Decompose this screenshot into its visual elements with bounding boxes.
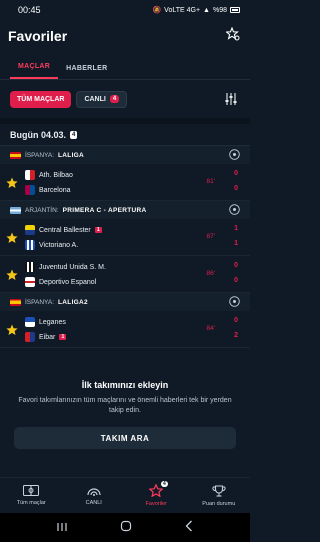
league-header[interactable]: İSPANYA: LALIGA [0,146,250,164]
signal-icon: ▲ [203,6,210,14]
tab-news[interactable]: HABERLER [58,65,115,79]
ball-icon[interactable] [229,204,240,217]
live-chip[interactable]: CANLI 4 [76,90,128,108]
favorite-star-icon[interactable] [6,268,18,286]
team-crest-icon [25,170,35,180]
league-country: ARJANTİN: [25,206,59,214]
bottom-nav: Tüm maçlar CANLI 4 Favoriler Puan durumu [0,477,250,513]
team-crest-icon [25,240,35,250]
status-bar: 00:45 🔕 VoLTE 4G+ ▲ %98 [0,0,250,20]
filter-sliders-icon[interactable] [224,92,238,110]
league-name: LALIGA [58,151,85,159]
nav-standings[interactable]: Puan durumu [188,478,251,513]
star-settings-icon[interactable] [225,26,240,46]
team-crest-icon [25,332,35,342]
team-crest-icon [25,262,35,272]
match-row[interactable]: Central Ballester 1 Victoriano A. 87' 1 1 [0,219,250,256]
spain-flag-icon [10,151,21,159]
match-minute: 87' [206,233,215,240]
away-score: 1 [234,240,238,247]
away-team: Victoriano A. [39,241,79,249]
tab-bar: MAÇLAR HABERLER [0,52,250,80]
live-broadcast-icon [86,485,102,498]
red-card-badge: 1 [94,227,102,233]
ball-icon[interactable] [229,149,240,162]
team-crest-icon [25,185,35,195]
status-time: 00:45 [18,5,41,15]
date-header: Bugün 04.03. 4 [0,124,250,146]
system-nav-bar [0,513,250,542]
favorites-count-badge: 4 [161,481,168,487]
match-minute: 86' [206,270,215,277]
away-score: 0 [234,277,238,284]
match-row[interactable]: Leganes Eibar 1 84' 0 2 [0,311,250,348]
team-crest-icon [25,225,35,235]
ball-icon[interactable] [229,296,240,309]
nav-label: Tüm maçlar [16,500,46,506]
argentina-flag-icon [10,206,21,214]
home-team: Juventud Unida S. M. [39,263,106,271]
filter-bar: TÜM MAÇLAR CANLI 4 [0,80,250,118]
promo-title: İlk takımınızı ekleyin [81,380,169,390]
home-score: 0 [234,262,238,269]
away-team: Eibar [39,333,56,341]
tab-matches[interactable]: MAÇLAR [10,63,59,79]
team-crest-icon [25,317,35,327]
home-team: Ath. Bilbao [39,171,73,179]
favorite-star-icon[interactable] [6,323,18,341]
date-count-badge: 4 [70,130,78,139]
home-score: 0 [234,317,238,324]
favorite-star-icon[interactable] [6,231,18,249]
recent-apps-icon[interactable] [56,519,68,537]
league-name: PRIMERA C - APERTURA [62,206,147,214]
away-score: 0 [234,185,238,192]
pitch-icon [23,485,40,498]
favorite-star-icon[interactable] [6,176,18,194]
nav-label: Puan durumu [202,500,236,507]
nav-label: Favoriler [145,501,167,507]
match-row[interactable]: Ath. Bilbao Barcelona 81' 0 0 [0,164,250,201]
add-team-promo: İlk takımınızı ekleyin Favori takımların… [0,380,250,416]
away-score: 2 [234,332,238,339]
league-country: İSPANYA: [25,298,55,306]
match-minute: 81' [206,178,215,185]
red-card-badge: 1 [59,334,67,340]
match-minute: 84' [206,325,215,332]
home-score: 0 [234,170,238,177]
home-icon[interactable] [120,519,132,537]
nav-live[interactable]: CANLI [63,478,126,513]
home-score: 1 [234,225,238,232]
home-team: Leganes [39,318,66,326]
team-crest-icon [25,277,35,287]
spain-flag-icon [10,298,21,306]
league-country: İSPANYA: [25,151,55,159]
nav-label: CANLI [85,500,102,506]
page-title: Favoriler [8,28,68,44]
search-team-button[interactable]: TAKIM ARA [14,427,236,449]
match-row[interactable]: Juventud Unida S. M. Deportivo Espanol 8… [0,256,250,293]
trophy-icon [212,484,226,499]
network-label: VoLTE 4G+ [164,6,201,14]
league-header[interactable]: İSPANYA: LALIGA2 [0,293,250,311]
mute-icon: 🔕 [152,7,162,14]
back-icon[interactable] [184,519,194,537]
all-matches-chip[interactable]: TÜM MAÇLAR [10,90,72,108]
app-header: Favoriler [0,20,250,52]
live-count-badge: 4 [109,95,120,103]
nav-all-matches[interactable]: Tüm maçlar [0,478,63,513]
nav-favorites[interactable]: 4 Favoriler [125,478,188,513]
battery-icon [230,7,240,13]
battery-label: %98 [212,6,227,14]
league-name: LALIGA2 [58,298,88,306]
league-header[interactable]: ARJANTİN: PRIMERA C - APERTURA [0,201,250,219]
live-chip-label: CANLI [84,95,106,103]
away-team: Barcelona [39,186,71,194]
away-team: Deportivo Espanol [39,278,97,286]
date-label: Bugün 04.03. [10,129,67,140]
promo-text: Favori takımlarınızın tüm maçlarını ve ö… [18,397,232,414]
home-team: Central Ballester [39,226,91,234]
